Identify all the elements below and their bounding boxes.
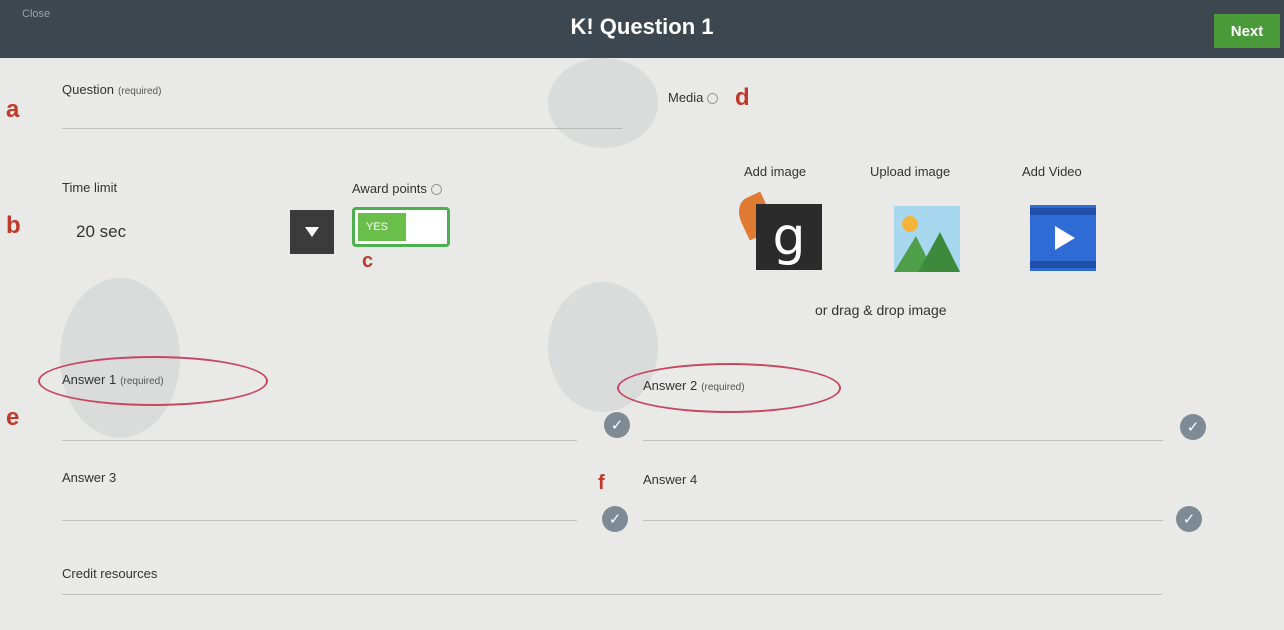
annotation-d: d — [735, 84, 750, 111]
add-image-label: Add image — [744, 164, 807, 179]
award-points-label: Award points — [352, 181, 442, 196]
answer-1-label: Answer 1 (required) — [62, 372, 164, 387]
question-label: Question (required) — [62, 82, 162, 97]
toggle-on-label: YES — [358, 213, 406, 241]
info-icon — [430, 184, 442, 196]
answer-4-input[interactable] — [643, 520, 1163, 521]
upload-image-label: Upload image — [870, 164, 951, 179]
check-circle-icon[interactable]: ✓ — [602, 506, 628, 532]
dropdown-arrow-icon[interactable] — [290, 210, 334, 254]
ghost-blob — [548, 58, 658, 148]
check-circle-icon[interactable]: ✓ — [604, 412, 630, 438]
annotation-e: e — [6, 404, 20, 431]
page-title: K! Question 1 — [570, 14, 714, 39]
answer-2-label: Answer 2 (required) — [643, 378, 745, 393]
time-limit-label: Time limit — [62, 180, 118, 195]
answer-1-input[interactable] — [62, 440, 577, 441]
image-icon-graphic — [894, 206, 960, 272]
video-icon-graphic — [1030, 205, 1096, 271]
google-g-icon[interactable]: g — [756, 204, 822, 270]
time-limit-value: 20 sec — [76, 222, 127, 241]
info-icon — [707, 93, 719, 105]
video-play-icon[interactable] — [1030, 205, 1096, 271]
time-limit-select[interactable]: 20 sec — [62, 210, 334, 254]
annotation-f: f — [598, 472, 605, 494]
answer-4-label: Answer 4 — [643, 472, 698, 487]
image-icon[interactable] — [894, 206, 960, 272]
media-label: Media — [668, 90, 719, 105]
answer-3-label: Answer 3 — [62, 470, 117, 485]
annotation-b: b — [6, 212, 21, 239]
check-circle-icon[interactable]: ✓ — [1180, 414, 1206, 440]
answer-2-input[interactable] — [643, 440, 1163, 441]
drag-drop-hint: or drag & drop image — [815, 302, 947, 318]
annotation-c: c — [362, 250, 374, 272]
credit-resources-label[interactable]: Credit resources — [62, 566, 157, 581]
add-video-label: Add Video — [1022, 164, 1082, 179]
credit-resources-divider — [62, 594, 1162, 595]
annotation-a: a — [6, 96, 20, 123]
top-bar: Close K! Question 1 Next — [0, 0, 1284, 58]
question-input[interactable] — [62, 128, 622, 129]
answer-3-input[interactable] — [62, 520, 577, 521]
next-button[interactable]: Next — [1214, 14, 1280, 48]
award-points-toggle[interactable]: YES — [352, 207, 450, 247]
check-circle-icon[interactable]: ✓ — [1176, 506, 1202, 532]
